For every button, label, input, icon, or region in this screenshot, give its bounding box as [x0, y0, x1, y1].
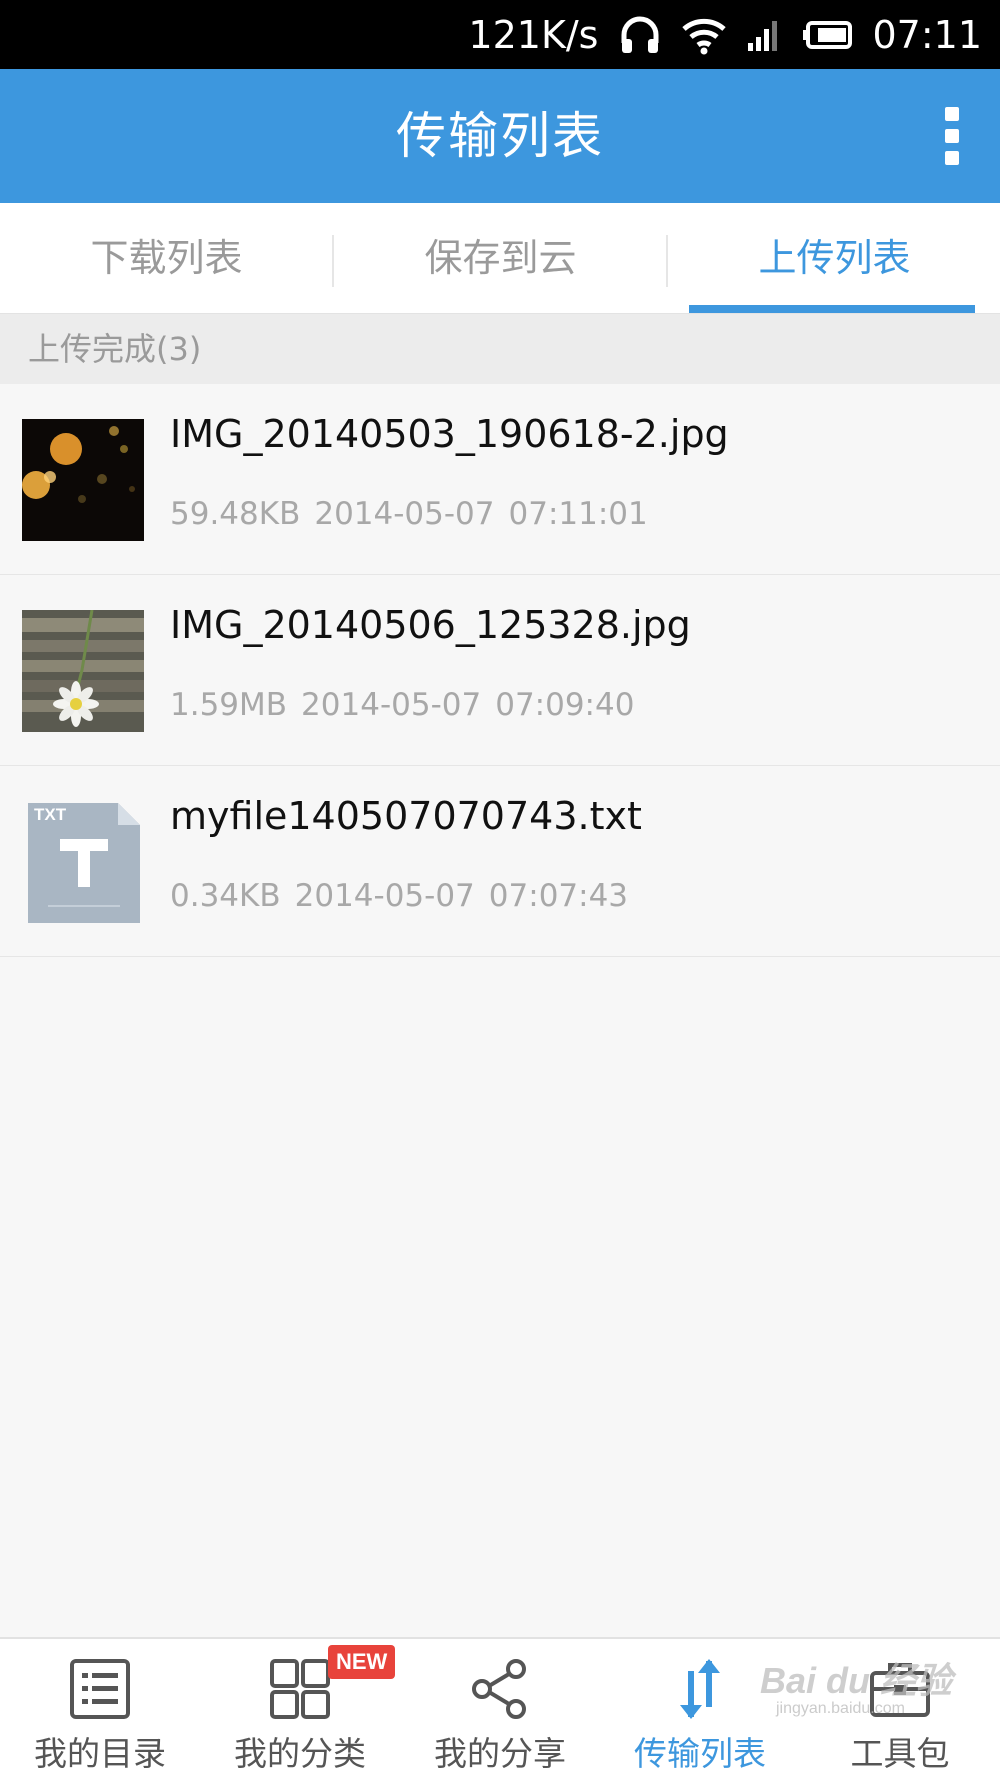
app-header: 传输列表: [0, 69, 1000, 203]
headphones-icon: [618, 13, 662, 57]
nav-label: 我的分享: [434, 1734, 566, 1773]
clock: 07:11: [872, 12, 982, 57]
file-name: IMG_20140506_125328.jpg: [170, 603, 691, 647]
nav-label: 我的分类: [234, 1734, 366, 1773]
signal-icon: [746, 17, 782, 53]
file-name: IMG_20140503_190618-2.jpg: [170, 412, 729, 456]
file-size: 0.34KB: [170, 878, 281, 914]
active-tab-indicator: [689, 305, 975, 313]
nav-label: 工具包: [850, 1734, 950, 1773]
list-item[interactable]: IMG_20140506_125328.jpg 1.59MB 2014-05-07…: [0, 575, 1000, 766]
photo-thumbnail: [22, 419, 144, 541]
list-item[interactable]: TXT myfile140507070743.txt 0.34KB 2014-05…: [0, 766, 1000, 957]
file-date: 2014-05-07: [301, 687, 482, 723]
photo-thumbnail: [22, 610, 144, 732]
file-time: 07:11:01: [508, 496, 648, 532]
page-title: 传输列表: [396, 107, 604, 165]
watermark: Bai du 经验: [760, 1660, 953, 1701]
list-icon: [68, 1657, 132, 1721]
more-vertical-icon[interactable]: [942, 107, 962, 165]
file-date: 2014-05-07: [314, 496, 495, 532]
tab-download-list[interactable]: 下载列表: [0, 203, 333, 313]
grid-icon: [268, 1657, 332, 1721]
tab-bar: 下载列表 保存到云 上传列表: [0, 203, 1000, 314]
tab-upload-list[interactable]: 上传列表: [668, 203, 1000, 313]
list-item[interactable]: IMG_20140503_190618-2.jpg 59.48KB 2014-05…: [0, 384, 1000, 575]
battery-icon: [802, 20, 853, 50]
nav-label: 我的目录: [34, 1734, 166, 1773]
watermark-url: jingyan.baidu.com: [776, 1700, 905, 1717]
status-bar: 121K/s 07:11: [0, 0, 1000, 69]
section-header-upload-complete: 上传完成(3): [0, 314, 1000, 384]
nav-label: 传输列表: [634, 1734, 766, 1773]
nav-my-directory[interactable]: 我的目录: [0, 1639, 200, 1779]
file-time: 07:09:40: [495, 687, 635, 723]
transfer-icon: [668, 1657, 732, 1721]
file-name: myfile140507070743.txt: [170, 794, 642, 838]
txt-file-icon: TXT: [22, 801, 144, 923]
file-date: 2014-05-07: [294, 878, 475, 914]
new-badge: NEW: [328, 1645, 396, 1679]
nav-my-shares[interactable]: 我的分享: [400, 1639, 600, 1779]
network-speed: 121K/s: [468, 12, 599, 57]
tab-save-to-cloud[interactable]: 保存到云: [334, 203, 667, 313]
file-time: 07:07:43: [488, 878, 629, 914]
share-icon: [468, 1657, 532, 1721]
file-meta: 59.48KB 2014-05-07 07:11:01: [170, 496, 648, 532]
nav-my-categories[interactable]: NEW 我的分类: [200, 1639, 400, 1779]
file-size: 1.59MB: [170, 687, 288, 723]
txt-label: TXT: [34, 805, 67, 824]
file-meta: 0.34KB 2014-05-07 07:07:43: [170, 878, 628, 914]
wifi-icon: [682, 15, 727, 55]
file-meta: 1.59MB 2014-05-07 07:09:40: [170, 687, 634, 723]
file-size: 59.48KB: [170, 496, 301, 532]
